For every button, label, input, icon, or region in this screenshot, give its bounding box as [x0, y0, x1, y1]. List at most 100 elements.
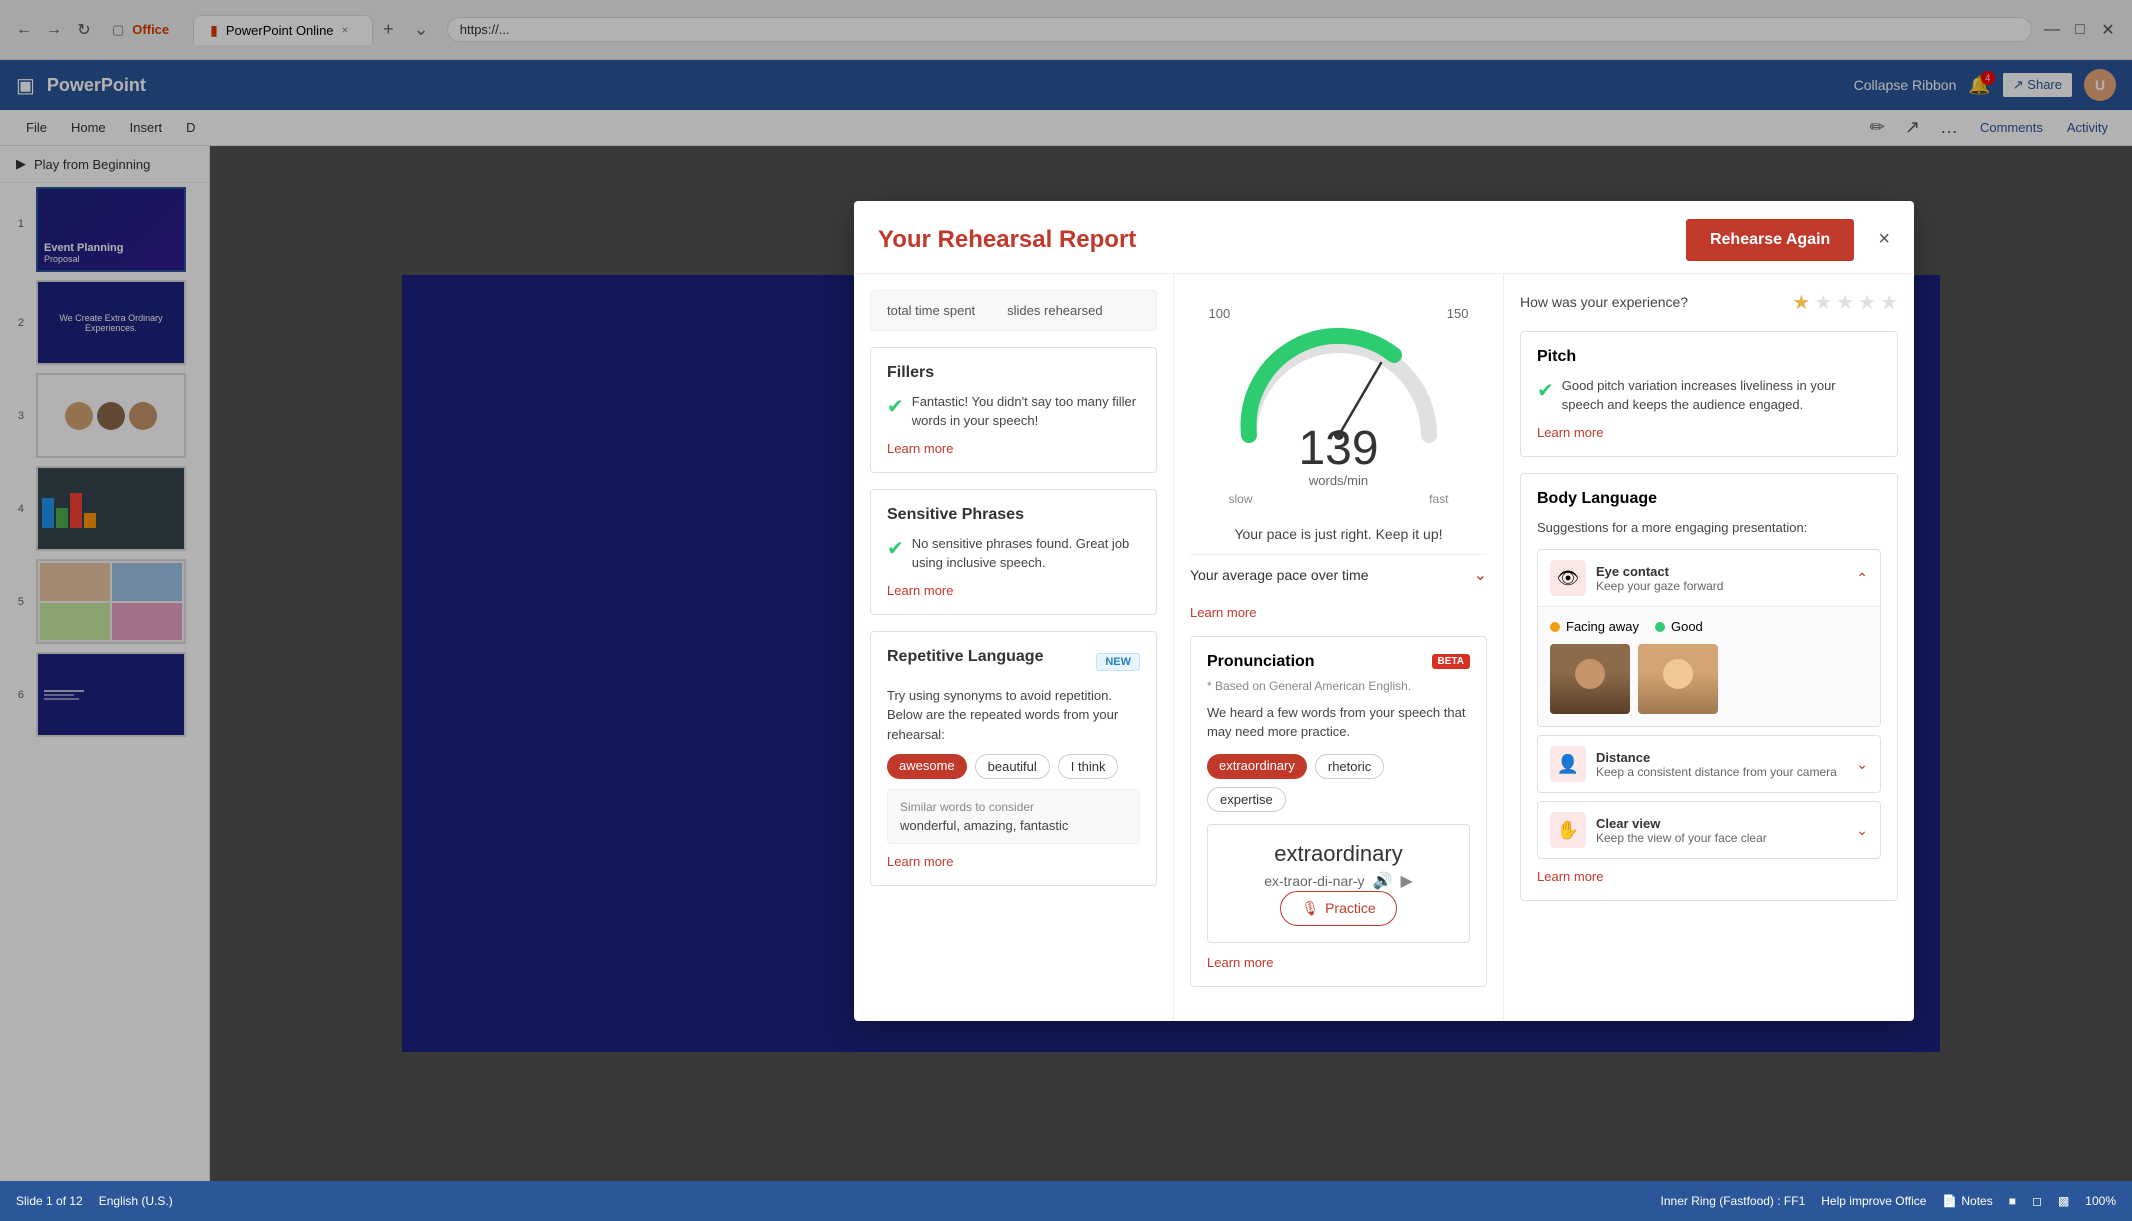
pace-learn-more[interactable]: Learn more — [1190, 605, 1487, 620]
info-button[interactable]: ▶ — [1400, 871, 1412, 891]
eye-contact-item: 👁 Eye contact Keep your gaze forward ⌃ — [1537, 549, 1881, 727]
pace-expand-button[interactable]: Your average pace over time ⌄ — [1190, 554, 1487, 595]
word-main: extraordinary — [1224, 841, 1453, 867]
slides-label: slides rehearsed — [1007, 303, 1102, 318]
experience-row: How was your experience? ★ ★ ★ ★ ★ — [1520, 290, 1898, 315]
pronunciation-card: Pronunciation BETA * Based on General Am… — [1190, 636, 1487, 987]
fillers-title: Fillers — [887, 364, 1140, 382]
new-badge: NEW — [1096, 653, 1140, 671]
pitch-title: Pitch — [1537, 348, 1881, 366]
eye-contact-text: Eye contact Keep your gaze forward — [1596, 564, 1723, 593]
clear-view-title: Clear view — [1596, 816, 1767, 831]
pron-tag-extraordinary[interactable]: extraordinary — [1207, 754, 1307, 779]
pitch-learn-more[interactable]: Learn more — [1537, 425, 1881, 440]
audio-button[interactable]: 🔊 — [1373, 871, 1393, 891]
pronunciation-tags: extraordinary rhetoric expertise — [1207, 754, 1470, 812]
sensitive-learn-more[interactable]: Learn more — [887, 583, 1140, 598]
chevron-down-icon: ⌄ — [1474, 565, 1487, 585]
repetitive-learn-more[interactable]: Learn more — [887, 854, 1140, 869]
star-5[interactable]: ★ — [1880, 290, 1898, 315]
stats-header: total time spent slides rehearsed — [870, 290, 1157, 331]
pace-gauge: 100 150 139 words/min slow — [1190, 290, 1487, 514]
pronunciation-description: We heard a few words from your speech th… — [1207, 703, 1470, 742]
clear-view-header[interactable]: ✋ Clear view Keep the view of your face … — [1538, 802, 1880, 858]
pron-tag-expertise[interactable]: expertise — [1207, 787, 1286, 812]
slides-stat: slides rehearsed — [1007, 303, 1102, 318]
status-bar: Slide 1 of 12 English (U.S.) Inner Ring … — [0, 1181, 2132, 1221]
eye-contact-left: 👁 Eye contact Keep your gaze forward — [1550, 560, 1723, 596]
distance-left: 👤 Distance Keep a consistent distance fr… — [1550, 746, 1837, 782]
word-box: extraordinary ex-traor-di-nar-y 🔊 ▶ 🎙 Pr… — [1207, 824, 1470, 943]
distance-header[interactable]: 👤 Distance Keep a consistent distance fr… — [1538, 736, 1880, 792]
eye-contact-image-away — [1550, 644, 1630, 714]
avg-pace-label: Your average pace over time — [1190, 567, 1368, 583]
eye-contact-title: Eye contact — [1596, 564, 1723, 579]
experience-question: How was your experience? — [1520, 294, 1688, 310]
pitch-card: Pitch ✔ Good pitch variation increases l… — [1520, 331, 1898, 457]
pronunciation-learn-more[interactable]: Learn more — [1207, 955, 1470, 970]
close-report-button[interactable]: × — [1878, 228, 1890, 251]
slide-info: Slide 1 of 12 — [16, 1194, 83, 1208]
eye-contact-image-good — [1638, 644, 1718, 714]
eye-contact-icon: 👁 — [1550, 560, 1586, 596]
stars-rating[interactable]: ★ ★ ★ ★ ★ — [1792, 290, 1898, 315]
fillers-check-icon: ✔ — [887, 394, 904, 419]
gauge-label-150: 150 — [1447, 306, 1469, 321]
distance-chevron-icon: ⌄ — [1856, 756, 1868, 773]
body-language-card: Body Language Suggestions for a more eng… — [1520, 473, 1898, 902]
star-2[interactable]: ★ — [1814, 290, 1832, 315]
star-1[interactable]: ★ — [1792, 290, 1810, 315]
fillers-learn-more[interactable]: Learn more — [887, 441, 1140, 456]
view-reading-icon[interactable]: ▩ — [2058, 1194, 2069, 1208]
synonyms-text: wonderful, amazing, fantastic — [900, 818, 1127, 833]
distance-title: Distance — [1596, 750, 1837, 765]
tag-i-think[interactable]: I think — [1058, 754, 1119, 779]
pitch-check-icon: ✔ — [1537, 378, 1554, 403]
clear-view-item: ✋ Clear view Keep the view of your face … — [1537, 801, 1881, 859]
clear-view-text: Clear view Keep the view of your face cl… — [1596, 816, 1767, 845]
report-right-column: How was your experience? ★ ★ ★ ★ ★ Pitch… — [1504, 274, 1914, 1021]
mic-icon: 🎙 — [1301, 900, 1319, 917]
report-center-column: 100 150 139 words/min slow — [1174, 274, 1504, 1021]
eye-contact-status-row: Facing away Good — [1550, 619, 1868, 634]
fillers-card: Fillers ✔ Fantastic! You didn't say too … — [870, 347, 1157, 473]
body-language-title: Body Language — [1537, 490, 1881, 508]
eye-contact-expanded: Facing away Good — [1538, 606, 1880, 726]
eye-contact-chevron-icon: ⌃ — [1856, 570, 1868, 587]
fillers-message: Fantastic! You didn't say too many fille… — [912, 392, 1140, 431]
view-normal-icon[interactable]: ■ — [2009, 1194, 2016, 1208]
tag-awesome[interactable]: awesome — [887, 754, 967, 779]
report-title: Your Rehearsal Report — [878, 226, 1136, 254]
facing-away-dot — [1550, 622, 1560, 632]
help-improve[interactable]: Help improve Office — [1821, 1194, 1926, 1208]
practice-button[interactable]: 🎙 Practice — [1280, 891, 1396, 926]
practice-label: Practice — [1325, 900, 1376, 916]
repetitive-language-card: Repetitive Language NEW Try using synony… — [870, 631, 1157, 887]
sensitive-success-row: ✔ No sensitive phrases found. Great job … — [887, 534, 1140, 573]
report-header: Your Rehearsal Report Rehearse Again × — [854, 201, 1914, 274]
notes-button[interactable]: 📄 Notes — [1942, 1194, 1992, 1208]
wpm-number: 139 — [1298, 425, 1378, 473]
pron-tag-rhetoric[interactable]: rhetoric — [1315, 754, 1384, 779]
pitch-success-row: ✔ Good pitch variation increases livelin… — [1537, 376, 1881, 415]
clear-view-left: ✋ Clear view Keep the view of your face … — [1550, 812, 1767, 848]
star-3[interactable]: ★ — [1836, 290, 1854, 315]
status-bar-right: Inner Ring (Fastfood) : FF1 Help improve… — [1661, 1194, 2116, 1208]
view-slide-icon[interactable]: ◻ — [2032, 1194, 2042, 1208]
star-4[interactable]: ★ — [1858, 290, 1876, 315]
sensitive-phrases-card: Sensitive Phrases ✔ No sensitive phrases… — [870, 489, 1157, 615]
beta-badge: BETA — [1432, 654, 1470, 669]
sensitive-check-icon: ✔ — [887, 536, 904, 561]
eye-contact-subtitle: Keep your gaze forward — [1596, 579, 1723, 593]
tag-beautiful[interactable]: beautiful — [975, 754, 1050, 779]
rehearse-again-button[interactable]: Rehearse Again — [1686, 219, 1854, 261]
slow-label: slow — [1229, 492, 1253, 506]
fillers-success-row: ✔ Fantastic! You didn't say too many fil… — [887, 392, 1140, 431]
report-panel: Your Rehearsal Report Rehearse Again × t… — [854, 201, 1914, 1021]
language-indicator: English (U.S.) — [99, 1194, 173, 1208]
eye-contact-header[interactable]: 👁 Eye contact Keep your gaze forward ⌃ — [1538, 550, 1880, 606]
body-language-learn-more[interactable]: Learn more — [1537, 869, 1881, 884]
zoom-level: 100% — [2085, 1194, 2116, 1208]
clear-view-subtitle: Keep the view of your face clear — [1596, 831, 1767, 845]
pace-message: Your pace is just right. Keep it up! — [1190, 526, 1487, 542]
